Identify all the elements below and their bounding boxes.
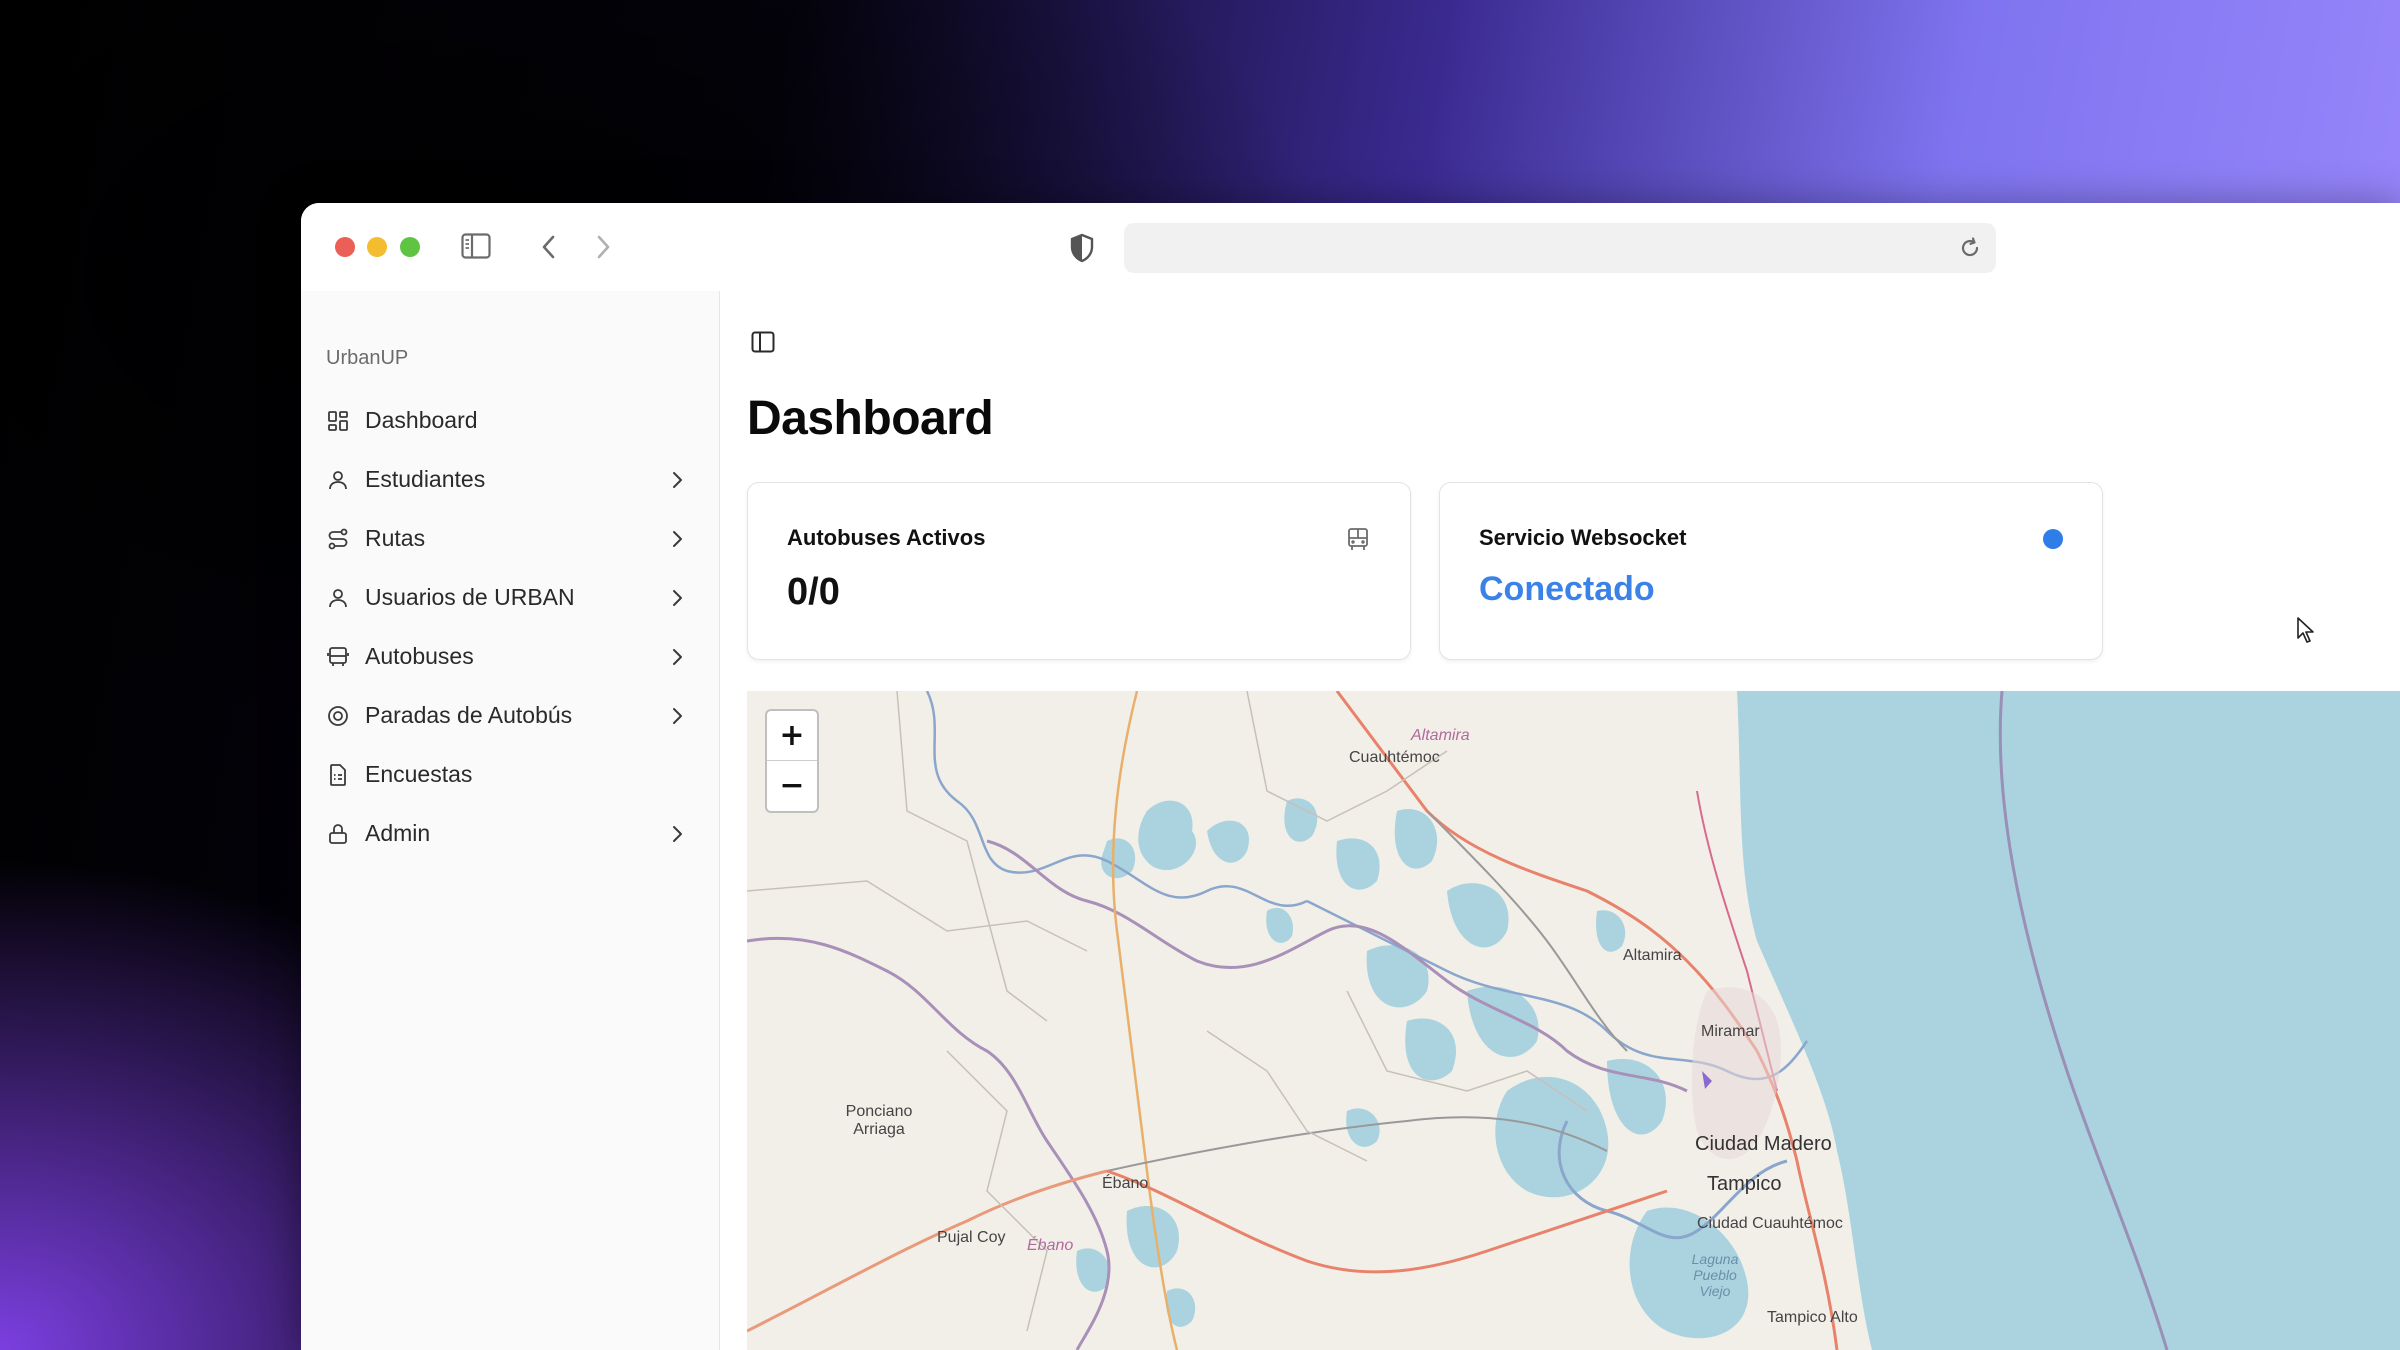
map-label: Ponciano Arriaga <box>845 1103 913 1138</box>
maximize-window-button[interactable] <box>400 237 420 257</box>
sidebar-item-label: Usuarios de URBAN <box>365 584 575 610</box>
map-label: Ébano <box>1027 1237 1074 1254</box>
mouse-cursor <box>2297 617 2314 643</box>
main-content: Dashboard Autobuses Activos 0/0 Servicio… <box>720 291 2400 1350</box>
map-label: Ébano <box>1102 1175 1149 1192</box>
card-title: Servicio Websocket <box>1479 525 1687 550</box>
close-window-button[interactable] <box>335 237 355 257</box>
sidebar-item-estudiantes[interactable]: Estudiantes <box>301 450 719 509</box>
map-tiles <box>747 691 2400 1350</box>
map-label: Ciudad Cuauhtémoc <box>1697 1215 1843 1232</box>
sidebar-item-rutas[interactable]: Rutas <box>301 509 719 568</box>
sidebar-item-label: Autobuses <box>365 643 474 669</box>
sidebar-item-label: Admin <box>365 820 431 846</box>
sidebar-item-autobuses[interactable]: Autobuses <box>301 627 719 686</box>
map-label: Altamira <box>1411 727 1470 744</box>
sidebar-item-admin[interactable]: Admin <box>301 804 719 863</box>
minimize-window-button[interactable] <box>367 237 387 257</box>
user-icon <box>326 468 350 492</box>
toggle-sidebar-icon[interactable] <box>750 329 776 355</box>
chevron-right-icon <box>673 531 682 547</box>
bus-icon <box>1348 528 1368 550</box>
lock-icon <box>326 822 350 846</box>
browser-titlebar <box>301 203 2400 291</box>
map[interactable]: + − Altamira Cuauhtémoc Altamira Miramar… <box>747 691 2400 1350</box>
status-indicator <box>2043 529 2063 549</box>
sidebar-item-label: Encuestas <box>365 761 473 787</box>
bus-stop-icon <box>326 704 350 728</box>
map-label: Altamira <box>1623 947 1682 964</box>
bus-icon <box>326 645 350 669</box>
sidebar-item-label: Paradas de Autobús <box>365 702 573 728</box>
chevron-right-icon <box>673 826 682 842</box>
dashboard-icon <box>326 409 350 433</box>
chevron-right-icon <box>673 472 682 488</box>
reload-icon[interactable] <box>1958 236 1982 260</box>
map-label: Tampico Alto <box>1767 1309 1858 1326</box>
map-label: Tampico <box>1707 1173 1782 1195</box>
browser-sidebar-icon[interactable] <box>461 233 491 259</box>
map-label: Pujal Coy <box>937 1229 1006 1246</box>
connection-status: Conectado <box>1479 570 1655 608</box>
shield-icon[interactable] <box>1069 233 1095 263</box>
route-icon <box>326 527 350 551</box>
forward-icon[interactable] <box>591 233 615 261</box>
sidebar-item-label: Rutas <box>365 525 426 551</box>
map-label: Miramar <box>1701 1023 1760 1040</box>
map-label: Ciudad Madero <box>1695 1133 1832 1155</box>
chevron-right-icon <box>673 590 682 606</box>
card-value: 0/0 <box>787 571 840 613</box>
map-label: Laguna Pueblo Viejo <box>1691 1251 1739 1299</box>
chevron-right-icon <box>673 708 682 724</box>
sidebar-item-label: Estudiantes <box>365 466 486 492</box>
sidebar: UrbanUP Dashboard Estudiantes Rutas Usua… <box>301 291 720 1350</box>
map-label: Cuauhtémoc <box>1349 749 1440 766</box>
brand-label: UrbanUP <box>326 347 409 369</box>
user-icon <box>326 586 350 610</box>
browser-window: UrbanUP Dashboard Estudiantes Rutas Usua… <box>301 203 2400 1350</box>
survey-icon <box>326 763 350 787</box>
chevron-right-icon <box>673 649 682 665</box>
sidebar-item-usuarios[interactable]: Usuarios de URBAN <box>301 568 719 627</box>
page-title: Dashboard <box>747 392 994 445</box>
zoom-out-button[interactable]: − <box>767 761 817 810</box>
zoom-control: + − <box>765 709 819 813</box>
sidebar-item-paradas[interactable]: Paradas de Autobús <box>301 686 719 745</box>
zoom-in-button[interactable]: + <box>767 711 817 761</box>
back-icon[interactable] <box>537 233 561 261</box>
websocket-card: Servicio Websocket Conectado <box>1439 482 2103 660</box>
card-title: Autobuses Activos <box>787 525 986 550</box>
sidebar-menu: Dashboard Estudiantes Rutas Usuarios de … <box>301 391 719 863</box>
sidebar-item-label: Dashboard <box>365 407 478 433</box>
address-bar[interactable] <box>1124 223 1996 273</box>
sidebar-item-encuestas[interactable]: Encuestas <box>301 745 719 804</box>
sidebar-item-dashboard[interactable]: Dashboard <box>301 391 719 450</box>
active-buses-card: Autobuses Activos 0/0 <box>747 482 1411 660</box>
